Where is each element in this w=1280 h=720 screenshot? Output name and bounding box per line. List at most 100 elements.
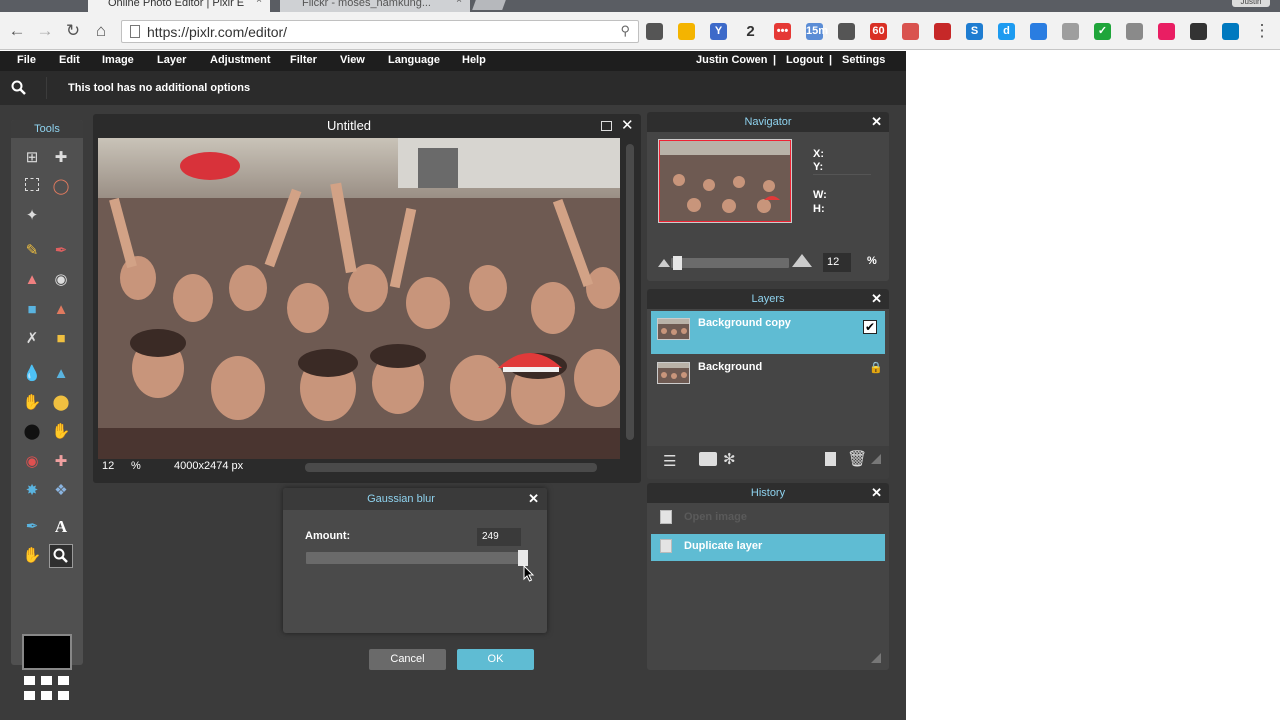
two-icon[interactable]: 2 bbox=[742, 23, 759, 40]
pencil-tool-icon[interactable]: ✎ bbox=[20, 239, 44, 263]
horizontal-scrollbar[interactable] bbox=[305, 463, 597, 472]
layer-style-icon[interactable]: ✻ bbox=[723, 450, 736, 468]
gradient-tool-icon[interactable]: ■ bbox=[20, 298, 44, 322]
burn-tool-icon[interactable]: ⬤ bbox=[20, 420, 44, 444]
trello-icon[interactable] bbox=[1222, 23, 1239, 40]
history-item-duplicate-layer[interactable]: Duplicate layer bbox=[651, 534, 885, 561]
grid-cell[interactable] bbox=[58, 691, 69, 700]
close-layers-icon[interactable]: ✕ bbox=[871, 291, 882, 307]
foreground-color-swatch[interactable] bbox=[22, 634, 72, 670]
grid-cell[interactable] bbox=[58, 676, 69, 685]
layer-settings-icon[interactable]: ☰ bbox=[663, 452, 676, 470]
zoom-out-mountain-icon[interactable] bbox=[658, 259, 670, 267]
navigator-zoom-slider[interactable] bbox=[671, 258, 789, 268]
maximize-icon[interactable] bbox=[601, 121, 612, 131]
move-tool-icon[interactable]: ✚ bbox=[49, 146, 73, 170]
sharpen-tool-icon[interactable]: ▲ bbox=[49, 362, 73, 386]
chrome-menu-icon[interactable]: ⋮ bbox=[1251, 20, 1273, 42]
grid-cell[interactable] bbox=[41, 691, 52, 700]
resize-corner-icon[interactable] bbox=[871, 653, 881, 663]
drawing-tool-icon[interactable]: ■ bbox=[49, 327, 73, 351]
pinch-tool-icon[interactable]: ❖ bbox=[49, 479, 73, 503]
menu-help[interactable]: Help bbox=[462, 54, 486, 66]
hand-tool-icon[interactable]: ✋ bbox=[20, 544, 44, 568]
zoom-tool-button[interactable] bbox=[49, 544, 73, 568]
check-icon[interactable]: ✓ bbox=[1094, 23, 1111, 40]
y-icon[interactable]: Y bbox=[710, 23, 727, 40]
sponge-tool-icon[interactable]: ⬤ bbox=[49, 391, 73, 415]
marquee-tool-icon[interactable] bbox=[20, 175, 44, 199]
vertical-scrollbar[interactable] bbox=[626, 144, 634, 440]
navigator-zoom-input[interactable]: 12 bbox=[823, 253, 851, 272]
color-replace-tool-icon[interactable]: ✗ bbox=[20, 327, 44, 351]
red-eye-tool-icon[interactable]: ◉ bbox=[20, 450, 44, 474]
magic-wand-tool-icon[interactable]: ✦ bbox=[20, 204, 44, 228]
browser-tab-flickr[interactable]: Flickr - moses_namkung... × bbox=[280, 0, 470, 12]
cloud-icon[interactable] bbox=[1062, 23, 1079, 40]
grey-square-icon[interactable] bbox=[1126, 23, 1143, 40]
type-tool-icon[interactable]: A bbox=[49, 515, 73, 539]
camera-icon[interactable] bbox=[1158, 23, 1175, 40]
home-icon[interactable]: ⌂ bbox=[90, 20, 112, 42]
dodge-tool-icon[interactable]: ✋ bbox=[49, 420, 73, 444]
amount-slider[interactable] bbox=[306, 552, 528, 564]
layer-item-background-copy[interactable]: Background copy ✔ bbox=[651, 311, 885, 354]
lastpass-icon[interactable] bbox=[934, 23, 951, 40]
paint-bucket-tool-icon[interactable]: ◉ bbox=[49, 268, 73, 292]
clone-stamp-tool-icon[interactable]: ▲ bbox=[49, 298, 73, 322]
cancel-button[interactable]: Cancel bbox=[369, 649, 446, 670]
blur-tool-icon[interactable]: 💧 bbox=[20, 362, 44, 386]
profile-button[interactable]: Justin bbox=[1232, 0, 1270, 7]
game-icon[interactable] bbox=[1190, 23, 1207, 40]
menu-adjustment[interactable]: Adjustment bbox=[210, 54, 271, 66]
lasso-tool-icon[interactable]: ◯ bbox=[49, 175, 73, 199]
amount-input[interactable]: 249 bbox=[477, 528, 521, 546]
new-tab-button[interactable] bbox=[472, 0, 506, 10]
menu-view[interactable]: View bbox=[340, 54, 365, 66]
ok-button[interactable]: OK bbox=[457, 649, 534, 670]
zoom-value[interactable]: 12 bbox=[102, 460, 114, 472]
grid-cell[interactable] bbox=[24, 676, 35, 685]
menu-edit[interactable]: Edit bbox=[59, 54, 80, 66]
amount-slider-handle[interactable] bbox=[518, 550, 528, 566]
spot-heal-tool-icon[interactable]: ✚ bbox=[49, 450, 73, 474]
s-icon[interactable]: S bbox=[966, 23, 983, 40]
eraser-tool-icon[interactable]: ▲ bbox=[20, 268, 44, 292]
bloat-tool-icon[interactable]: ✸ bbox=[20, 479, 44, 503]
address-bar[interactable]: https://pixlr.com/editor/ ⚲ bbox=[121, 20, 639, 43]
gmail-icon[interactable]: 60 bbox=[870, 23, 887, 40]
grid-cell[interactable] bbox=[24, 691, 35, 700]
history-item-open-image[interactable]: Open image bbox=[651, 505, 885, 532]
close-dialog-icon[interactable]: ✕ bbox=[528, 491, 539, 507]
zoom-in-mountain-icon[interactable] bbox=[792, 254, 812, 267]
forward-arrow-icon[interactable]: → bbox=[34, 20, 56, 42]
user-name[interactable]: Justin Cowen bbox=[696, 54, 768, 66]
crop-tool-icon[interactable]: ⊞ bbox=[20, 146, 44, 170]
close-tab-icon[interactable]: × bbox=[456, 0, 462, 6]
menu-file[interactable]: File bbox=[17, 54, 36, 66]
smudge-tool-icon[interactable]: ✋ bbox=[20, 391, 44, 415]
reader-icon[interactable] bbox=[646, 23, 663, 40]
d-icon[interactable]: d bbox=[998, 23, 1015, 40]
close-history-icon[interactable]: ✕ bbox=[871, 485, 882, 501]
layer-item-background[interactable]: Background 🔒 bbox=[651, 355, 885, 398]
canvas-photo[interactable] bbox=[98, 138, 620, 459]
menu-layer[interactable]: Layer bbox=[157, 54, 186, 66]
menu-filter[interactable]: Filter bbox=[290, 54, 317, 66]
back-arrow-icon[interactable]: ← bbox=[6, 20, 28, 42]
puzzle-icon[interactable] bbox=[838, 23, 855, 40]
red-square-icon[interactable] bbox=[902, 23, 919, 40]
menu-image[interactable]: Image bbox=[102, 54, 134, 66]
layer-mask-icon[interactable] bbox=[699, 452, 717, 466]
logout-link[interactable]: Logout bbox=[786, 54, 823, 66]
navigator-zoom-handle[interactable] bbox=[673, 256, 683, 270]
menu-language[interactable]: Language bbox=[388, 54, 440, 66]
zoom-magnifier-icon[interactable]: ⚲ bbox=[620, 23, 630, 39]
browser-tab-pixlr[interactable]: Online Photo Editor | Pixlr E × bbox=[88, 0, 270, 12]
color-picker-tool-icon[interactable]: ✒ bbox=[20, 515, 44, 539]
navigator-thumbnail[interactable] bbox=[658, 139, 792, 223]
drive-icon[interactable] bbox=[678, 23, 695, 40]
timer-icon[interactable]: 15m bbox=[806, 23, 828, 40]
new-layer-icon[interactable] bbox=[825, 452, 836, 466]
reload-icon[interactable]: ↻ bbox=[62, 20, 84, 42]
